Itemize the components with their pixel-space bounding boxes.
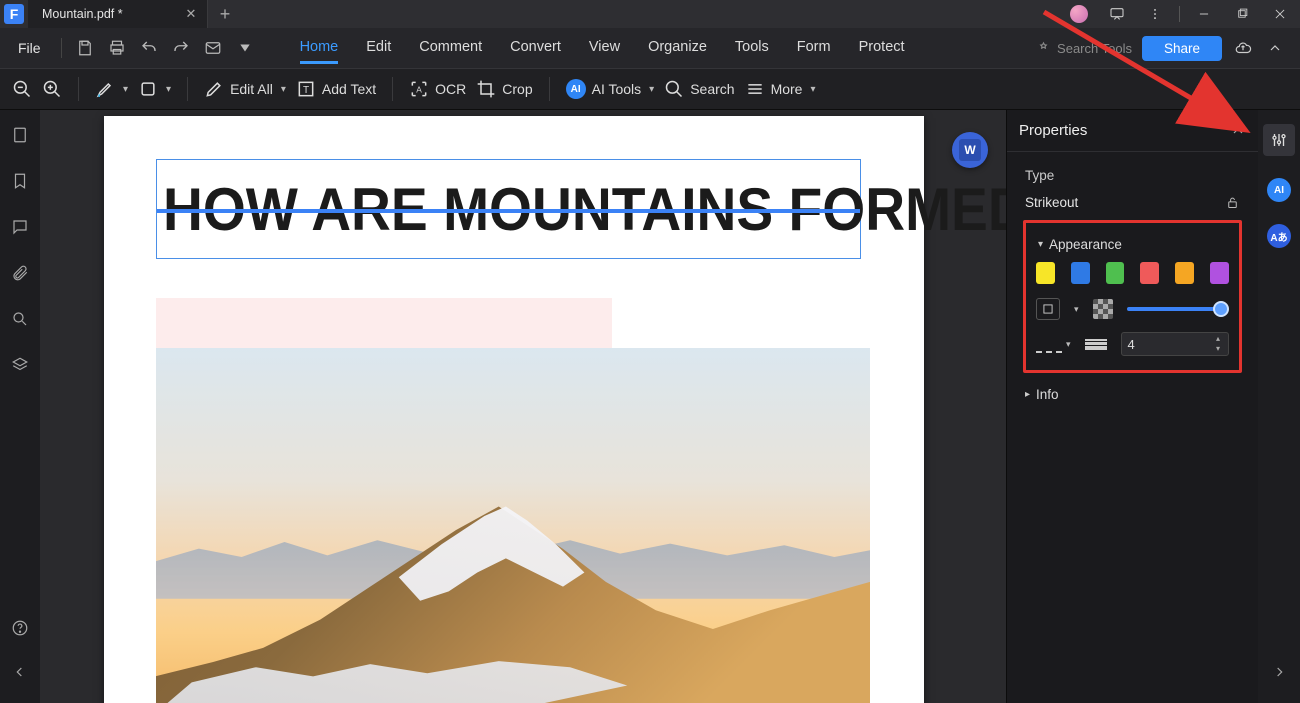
swatch-green[interactable] — [1106, 262, 1125, 284]
tab-home[interactable]: Home — [300, 33, 339, 64]
color-picker-button[interactable] — [1036, 298, 1060, 320]
menubar: File Home Edit Comment Convert View Orga… — [0, 28, 1300, 68]
strikeout-line — [157, 209, 860, 213]
collapse-right-icon[interactable] — [1268, 661, 1290, 683]
file-menu[interactable]: File — [6, 36, 53, 60]
tab-tools[interactable]: Tools — [735, 33, 769, 64]
properties-title: Properties — [1019, 122, 1087, 139]
tab-protect[interactable]: Protect — [859, 33, 905, 64]
ribbon: Edit All T Add Text A OCR Crop AI AI Too… — [0, 68, 1300, 110]
collapse-ribbon-icon[interactable] — [1264, 37, 1286, 59]
layers-icon[interactable] — [9, 354, 31, 376]
thickness-field[interactable]: 4 ▴▾ — [1121, 332, 1229, 356]
user-avatar[interactable] — [1065, 0, 1093, 28]
line-style-button[interactable] — [1036, 335, 1062, 353]
app-icon: F — [0, 0, 28, 28]
save-icon[interactable] — [74, 37, 96, 59]
ai-tools-button[interactable]: AI AI Tools — [566, 79, 655, 99]
help-icon[interactable] — [9, 617, 31, 639]
ai-sidebar-icon[interactable]: AI — [1267, 178, 1291, 202]
appearance-section-highlight: Appearance ▾ — [1023, 220, 1242, 373]
document-tab-title: Mountain.pdf * — [42, 7, 123, 21]
color-swatches — [1034, 258, 1231, 294]
attachments-icon[interactable] — [9, 262, 31, 284]
qat-dropdown-icon[interactable] — [234, 37, 256, 59]
appearance-header[interactable]: Appearance — [1034, 231, 1231, 258]
crop-button[interactable]: Crop — [476, 79, 532, 99]
redo-icon[interactable] — [170, 37, 192, 59]
type-value: Strikeout — [1025, 195, 1078, 210]
swatch-orange[interactable] — [1175, 262, 1194, 284]
translate-icon[interactable]: Aあ — [1267, 224, 1291, 248]
cloud-upload-icon[interactable] — [1232, 37, 1254, 59]
tab-edit[interactable]: Edit — [366, 33, 391, 64]
swatch-red[interactable] — [1140, 262, 1159, 284]
ocr-button[interactable]: A OCR — [409, 79, 466, 99]
selected-text-box[interactable]: HOW ARE MOUNTAINS FORMED? — [156, 159, 861, 259]
highlight-band — [156, 298, 612, 348]
quick-access-toolbar — [74, 37, 256, 59]
add-text-button[interactable]: T Add Text — [296, 79, 376, 99]
new-tab-button[interactable]: + — [208, 4, 242, 25]
shape-tool[interactable] — [138, 79, 171, 99]
properties-panel: Properties Type Strikeout Appearance — [1006, 110, 1258, 703]
share-button[interactable]: Share — [1142, 36, 1222, 61]
zoom-out-button[interactable] — [12, 79, 32, 99]
svg-text:T: T — [303, 85, 309, 96]
thumbnails-icon[interactable] — [9, 124, 31, 146]
tab-comment[interactable]: Comment — [419, 33, 482, 64]
lock-icon[interactable] — [1225, 195, 1240, 210]
undo-icon[interactable] — [138, 37, 160, 59]
chevron-down-icon[interactable]: ▾ — [1074, 304, 1079, 315]
search-button[interactable]: Search — [664, 79, 734, 99]
tab-view[interactable]: View — [589, 33, 620, 64]
minimize-button[interactable] — [1190, 0, 1218, 28]
close-tab-icon[interactable]: ✕ — [183, 6, 199, 22]
document-canvas[interactable]: HOW ARE MOUNTAINS FORMED? W — [40, 110, 1006, 703]
tab-organize[interactable]: Organize — [648, 33, 707, 64]
main-tabs: Home Edit Comment Convert View Organize … — [300, 33, 905, 64]
swatch-blue[interactable] — [1071, 262, 1090, 284]
export-word-badge[interactable]: W — [952, 132, 988, 168]
opacity-checker-icon[interactable] — [1093, 299, 1113, 319]
chevron-down-icon[interactable]: ▾ — [1066, 339, 1071, 350]
mail-icon[interactable] — [202, 37, 224, 59]
info-header[interactable]: Info — [1021, 381, 1244, 408]
feedback-icon[interactable] — [1103, 0, 1131, 28]
swatch-purple[interactable] — [1210, 262, 1229, 284]
search-panel-icon[interactable] — [9, 308, 31, 330]
tab-form[interactable]: Form — [797, 33, 831, 64]
search-tools-label: Search Tools — [1057, 41, 1132, 56]
kebab-menu-icon[interactable] — [1141, 0, 1169, 28]
comments-icon[interactable] — [9, 216, 31, 238]
print-icon[interactable] — [106, 37, 128, 59]
opacity-slider[interactable] — [1127, 299, 1229, 319]
maximize-button[interactable] — [1228, 0, 1256, 28]
tab-convert[interactable]: Convert — [510, 33, 561, 64]
pdf-page: HOW ARE MOUNTAINS FORMED? — [104, 116, 924, 703]
collapse-left-icon[interactable] — [9, 661, 31, 683]
document-tab[interactable]: Mountain.pdf * ✕ — [28, 0, 208, 28]
properties-toggle-icon[interactable] — [1263, 124, 1295, 156]
edit-all-button[interactable]: Edit All — [204, 79, 286, 99]
properties-close-icon[interactable] — [1230, 123, 1246, 139]
titlebar: F Mountain.pdf * ✕ + — [0, 0, 1300, 28]
highlighter-tool[interactable] — [95, 79, 128, 99]
ai-badge-icon: AI — [566, 79, 586, 99]
line-weight-icon[interactable] — [1085, 338, 1107, 350]
type-label: Type — [1011, 162, 1254, 189]
more-button[interactable]: More — [745, 79, 816, 99]
bookmarks-icon[interactable] — [9, 170, 31, 192]
thickness-stepper[interactable]: ▴▾ — [1212, 335, 1224, 353]
right-rail: AI Aあ — [1258, 110, 1300, 703]
search-tools[interactable]: Search Tools — [1036, 41, 1132, 56]
swatch-yellow[interactable] — [1036, 262, 1055, 284]
document-image — [156, 348, 870, 703]
svg-text:A: A — [416, 84, 422, 94]
close-window-button[interactable] — [1266, 0, 1294, 28]
left-rail — [0, 110, 40, 703]
zoom-in-button[interactable] — [42, 79, 62, 99]
